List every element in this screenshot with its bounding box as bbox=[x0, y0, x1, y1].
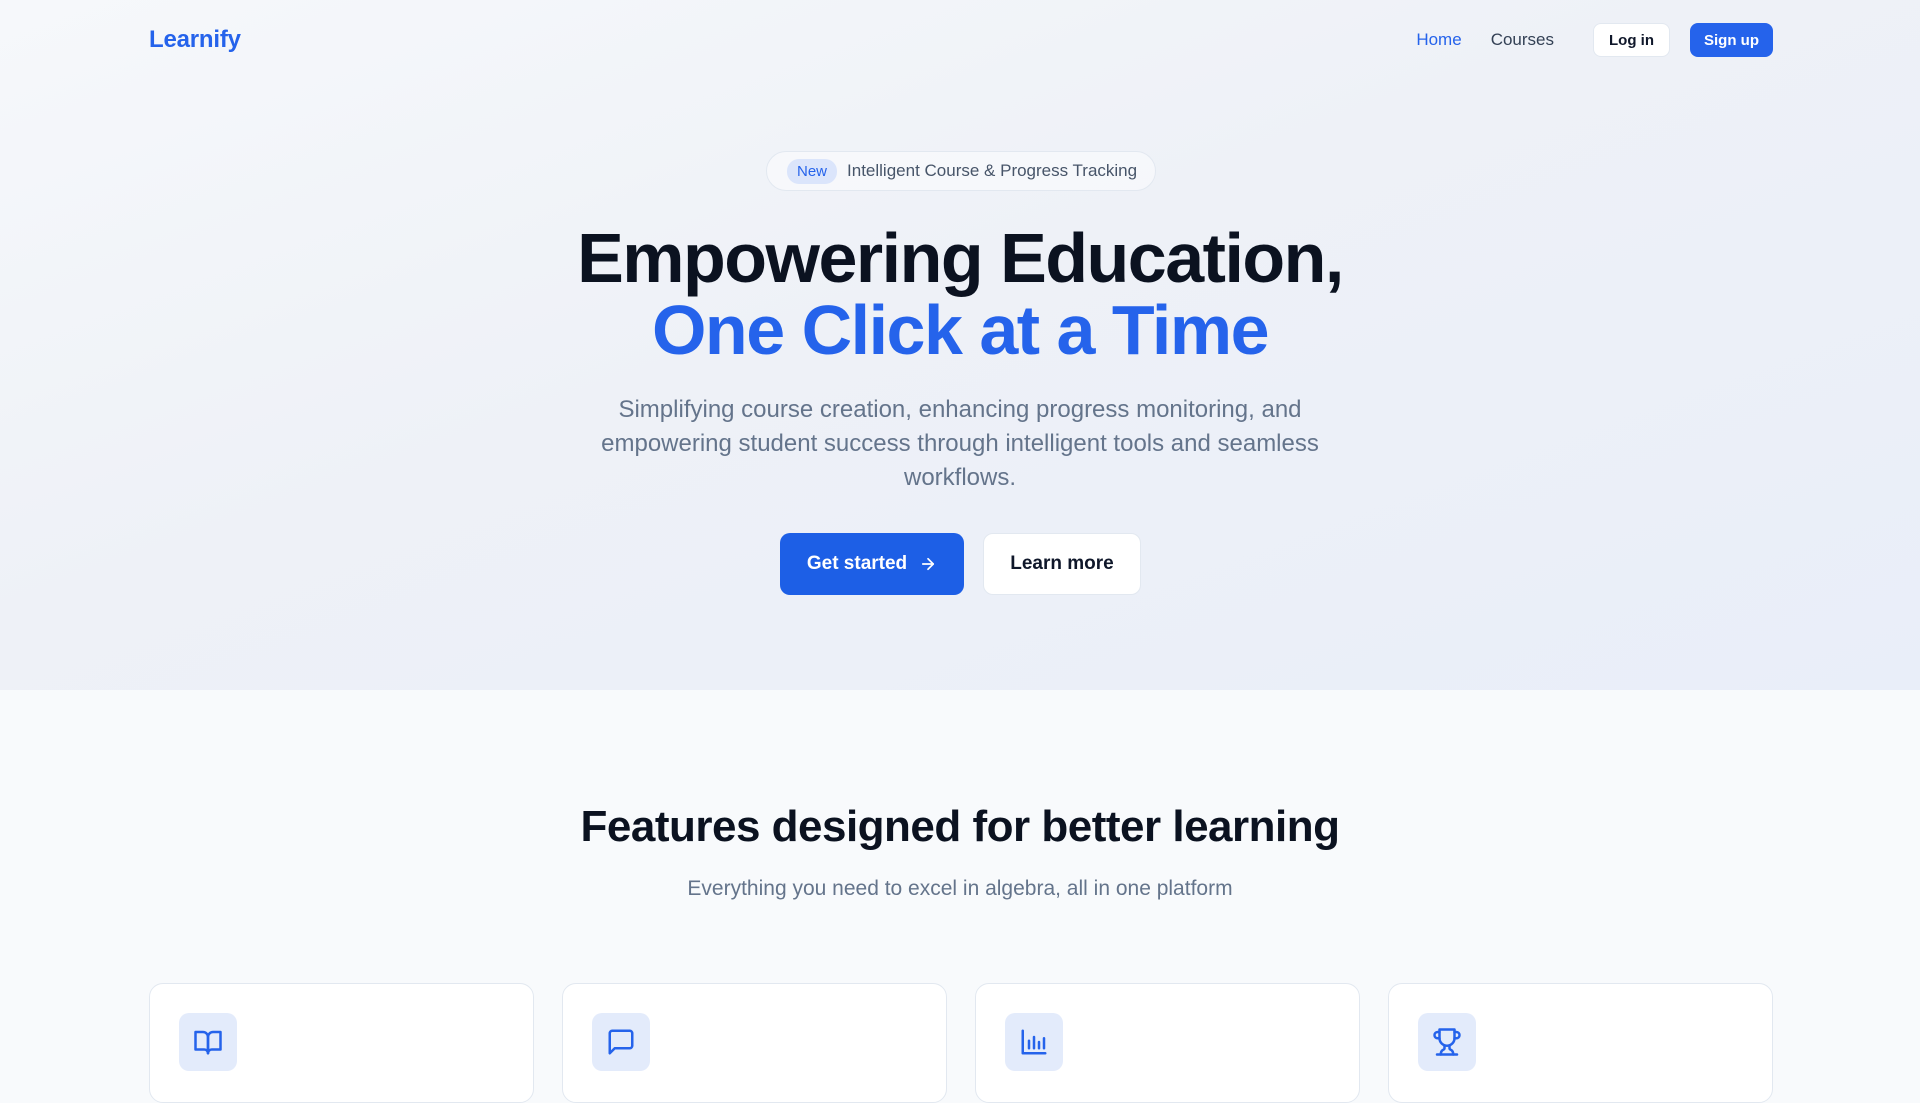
feature-card-achievements bbox=[1388, 983, 1773, 1103]
login-button[interactable]: Log in bbox=[1593, 23, 1670, 57]
badge-text: Intelligent Course & Progress Tracking bbox=[847, 161, 1138, 180]
book-open-icon bbox=[179, 1013, 237, 1071]
message-square-icon bbox=[592, 1013, 650, 1071]
feature-card-courses bbox=[149, 983, 534, 1103]
feature-card-messages bbox=[562, 983, 947, 1103]
hero-title-accent: One Click at a Time bbox=[651, 291, 1270, 369]
top-navbar: Learnify Home Courses Log in Sign up bbox=[149, 20, 1773, 60]
bar-chart-icon bbox=[1005, 1013, 1063, 1071]
get-started-button[interactable]: Get started bbox=[780, 533, 964, 595]
learn-more-button[interactable]: Learn more bbox=[983, 533, 1141, 595]
signup-button[interactable]: Sign up bbox=[1690, 23, 1773, 57]
hero-section: Learnify Home Courses Log in Sign up New… bbox=[0, 0, 1920, 690]
announcement-badge: New Intelligent Course & Progress Tracki… bbox=[766, 151, 1156, 191]
hero-title: Empowering Education, bbox=[577, 219, 1344, 297]
nav-right: Home Courses Log in Sign up bbox=[1416, 23, 1773, 57]
arrow-right-icon bbox=[919, 555, 937, 573]
new-pill: New bbox=[787, 158, 838, 184]
features-title: Features designed for better learning bbox=[580, 802, 1341, 851]
nav-link-home[interactable]: Home bbox=[1416, 30, 1461, 50]
get-started-label: Get started bbox=[806, 553, 908, 574]
logo[interactable]: Learnify bbox=[149, 26, 241, 54]
feature-card-analytics bbox=[975, 983, 1360, 1103]
trophy-icon bbox=[1418, 1013, 1476, 1071]
hero-subtitle: Simplifying course creation, enhancing p… bbox=[601, 396, 1319, 491]
nav-link-courses[interactable]: Courses bbox=[1491, 30, 1554, 50]
features-subtitle: Everything you need to excel in algebra,… bbox=[687, 877, 1233, 900]
